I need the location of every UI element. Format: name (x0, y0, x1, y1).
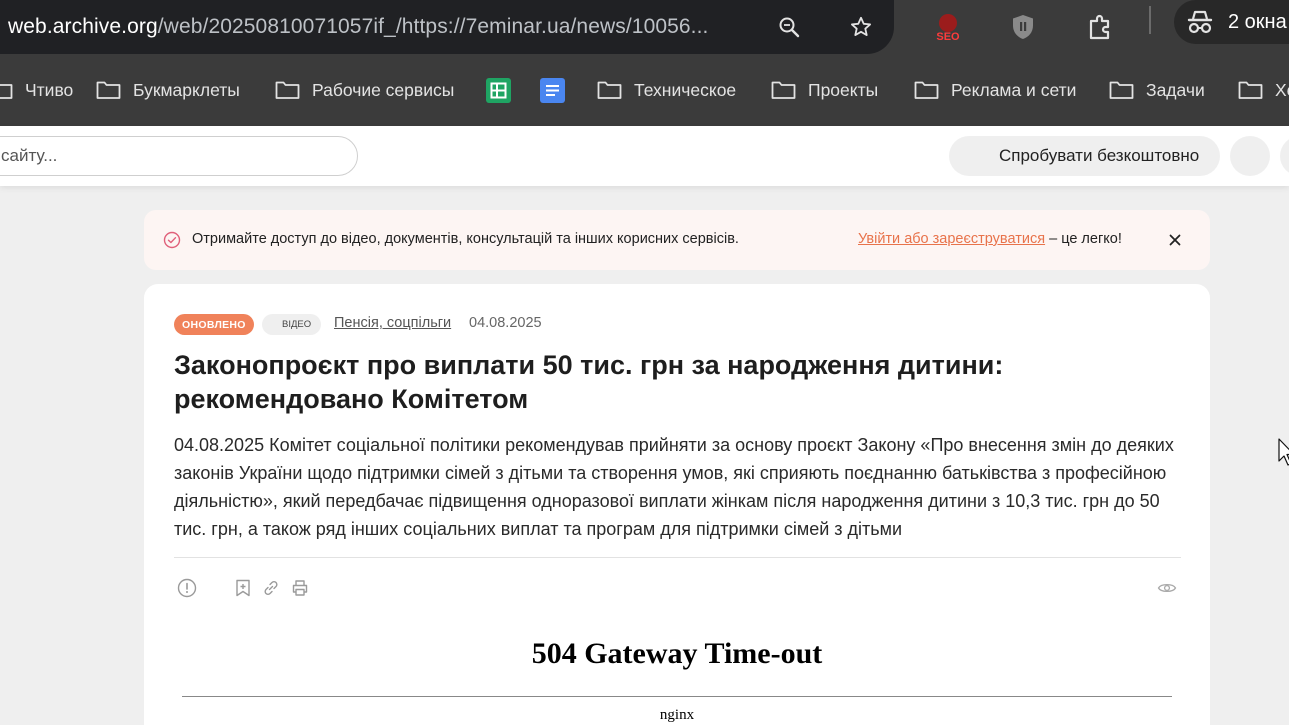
bookmark-folder-he[interactable]: Хе (1238, 78, 1289, 102)
error-divider (182, 696, 1172, 697)
bookmark-label: Букмарклеты (133, 79, 240, 100)
bookmark-star-icon[interactable] (843, 9, 879, 45)
url-host: web.archive.org (8, 15, 158, 38)
bookmark-label: Хе (1275, 79, 1289, 100)
incognito-windows-button[interactable]: 2 окна (1174, 0, 1289, 44)
close-icon[interactable] (1166, 231, 1184, 249)
folder-icon (96, 81, 121, 99)
bookmark-label: Чтиво (25, 79, 74, 100)
check-circle-icon (163, 231, 181, 249)
browser-toolbar: web.archive.org/web/20250810071057if_/ht… (0, 0, 1289, 54)
views-eye-icon (1156, 577, 1178, 599)
bookmark-label: Техническое (634, 79, 737, 100)
folder-icon (1238, 81, 1263, 99)
bookmark-label: Задачи (1146, 79, 1205, 100)
bookmark-label: Рабочие сервисы (312, 79, 455, 100)
try-free-label: Спробувати безкоштовно (999, 146, 1200, 165)
notice-cta: Увійти або зареєструватися – це легко! (858, 231, 1122, 247)
incognito-label: 2 окна (1228, 10, 1287, 33)
site-search-input[interactable]: сайту... (0, 136, 358, 176)
folder-icon (914, 81, 939, 99)
seo-extension-icon[interactable]: SEO (927, 6, 969, 48)
report-icon[interactable] (176, 577, 198, 599)
try-free-button[interactable]: Спробувати безкоштовно (949, 136, 1220, 176)
video-badge-label: ВІДЕО (282, 319, 312, 330)
bookmark-label: Проекты (808, 79, 879, 100)
print-icon[interactable] (289, 577, 311, 599)
mouse-cursor-icon (1278, 438, 1289, 466)
bookmark-folder-ads[interactable]: Реклама и сети (914, 78, 1076, 102)
notice-text: Отримайте доступ до відео, документів, к… (192, 231, 739, 247)
link-icon[interactable] (260, 577, 282, 599)
folder-icon (597, 81, 622, 99)
bookmark-folder-chtivo[interactable]: Чтиво (0, 78, 73, 102)
header-circle-button[interactable] (1230, 136, 1270, 176)
article-card: ОНОВЛЕНО ВІДЕО Пенсія, соцпільги 04.08.2… (144, 284, 1210, 725)
notice-cta-suffix: – це легко! (1045, 231, 1122, 247)
extensions-puzzle-icon[interactable] (1079, 6, 1121, 48)
bookmark-folder-work-services[interactable]: Рабочие сервисы (275, 78, 454, 102)
bookmark-folder-projects[interactable]: Проекты (771, 78, 878, 102)
article-lead: 04.08.2025 Комітет соціальної політики р… (174, 435, 1174, 539)
url-text[interactable]: web.archive.org/web/20250810071057if_/ht… (8, 15, 709, 39)
access-notice-banner: Отримайте доступ до відео, документів, к… (144, 210, 1210, 270)
address-bar[interactable]: web.archive.org/web/20250810071057if_/ht… (0, 0, 894, 54)
server-name: nginx (659, 707, 695, 723)
bookmark-label: Реклама и сети (951, 79, 1077, 100)
article-title: Законопроєкт про виплати 50 тис. грн за … (174, 350, 1004, 414)
bookmark-add-icon[interactable] (232, 577, 254, 599)
bookmark-folder-technical[interactable]: Техническое (597, 78, 736, 102)
docs-icon[interactable] (540, 78, 565, 103)
header-circle-button[interactable] (1280, 136, 1289, 176)
toolbar-divider (1149, 6, 1151, 34)
shield-extension-icon[interactable] (1002, 6, 1044, 48)
folder-icon (0, 84, 13, 99)
folder-icon (275, 81, 300, 99)
site-header: сайту... Спробувати безкоштовно (0, 126, 1289, 186)
incognito-icon (1187, 10, 1213, 34)
folder-icon (1109, 81, 1134, 99)
bookmarks-bar: Чтиво Букмарклеты Рабочие сервисы Технич… (0, 54, 1289, 126)
video-badge: ВІДЕО (262, 314, 322, 335)
gateway-error-title: 504 Gateway Time-out (531, 637, 823, 670)
login-register-link[interactable]: Увійти або зареєструватися (858, 231, 1045, 247)
divider (174, 557, 1181, 558)
url-path: /web/20250810071057if_/https://7eminar.u… (157, 15, 709, 38)
folder-icon (771, 81, 796, 99)
bookmark-folder-bookmarklets[interactable]: Букмарклеты (96, 78, 240, 102)
search-placeholder: сайту... (1, 146, 58, 165)
article-date: 04.08.2025 (469, 315, 542, 331)
article-category-link[interactable]: Пенсія, соцпільги (334, 315, 451, 331)
zoom-icon[interactable] (771, 9, 807, 45)
seo-extension-label: SEO (936, 31, 960, 42)
updated-badge: ОНОВЛЕНО (174, 314, 254, 335)
bookmark-folder-tasks[interactable]: Задачи (1109, 78, 1205, 102)
sheets-icon[interactable] (486, 78, 511, 103)
